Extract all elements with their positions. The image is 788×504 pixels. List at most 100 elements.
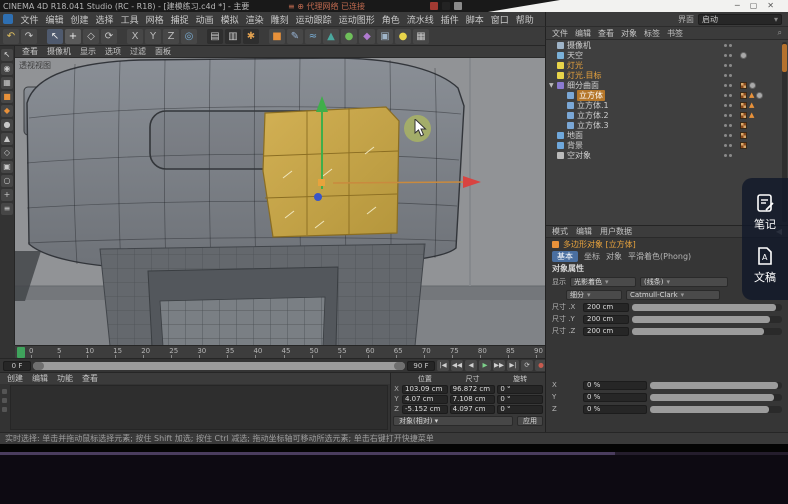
visibility-dots[interactable] (724, 64, 740, 67)
toolbar-icon[interactable]: Y (145, 29, 161, 44)
display-mode-dropdown[interactable]: 光影着色▾ (570, 277, 636, 287)
menu-运动跟踪[interactable]: 运动跟踪 (292, 13, 335, 26)
attr-tab-基本[interactable]: 基本 (552, 251, 578, 262)
timeline-ruler[interactable]: 051015202530354045505560657075808590 (15, 345, 545, 358)
visibility-dots[interactable] (724, 134, 740, 137)
toolbar-icon[interactable]: ↶ (3, 29, 19, 44)
toolbar-icon[interactable]: ▣ (377, 29, 393, 44)
viewport-menu-选项[interactable]: 选项 (105, 46, 121, 57)
mode-tool-icon[interactable]: ↖ (1, 49, 13, 61)
menu-创建[interactable]: 创建 (67, 13, 92, 26)
selected-polygons[interactable] (263, 107, 399, 237)
object-row[interactable]: 地面 (546, 130, 788, 140)
object-row[interactable]: 立方体.2▲ (546, 110, 788, 120)
transport-button[interactable]: ▶▶ (493, 360, 505, 371)
transport-button[interactable]: ◀ (465, 360, 477, 371)
toolbar-icon[interactable]: ≈ (305, 29, 321, 44)
menu-运动图形[interactable]: 运动图形 (335, 13, 378, 26)
visibility-dots[interactable] (724, 84, 740, 87)
plugin-icon-dark[interactable] (442, 2, 450, 10)
algorithm-dropdown[interactable]: Catmull-Clark▾ (626, 290, 720, 300)
object-row[interactable]: 立方体.3 (546, 120, 788, 130)
material-list-area[interactable] (10, 385, 388, 430)
om-menu-标签[interactable]: 标签 (644, 28, 660, 39)
window-control[interactable]: ✕ (767, 0, 774, 12)
toolbar-icon[interactable]: X (127, 29, 143, 44)
check-tag[interactable] (740, 132, 747, 139)
check-tag[interactable] (740, 122, 747, 129)
window-control[interactable]: ▢ (750, 0, 758, 12)
visibility-dots[interactable] (724, 114, 740, 117)
interface-layout-dropdown[interactable]: 启动▾ (698, 14, 782, 25)
mode-tool-icon[interactable]: + (1, 189, 13, 201)
attr-menu-用户数据[interactable]: 用户数据 (600, 226, 632, 237)
slider-value-field[interactable]: 0 % (583, 393, 647, 402)
percent-slider[interactable] (650, 406, 782, 413)
slider-value-field[interactable]: 200 cm (583, 327, 629, 336)
toolbar-icon[interactable]: ▲ (323, 29, 339, 44)
frame-start-field[interactable]: 0 F (3, 361, 31, 371)
toolbar-icon[interactable]: ✱ (243, 29, 259, 44)
seltri-tag[interactable]: ▲ (749, 102, 754, 109)
slider-value-field[interactable]: 200 cm (583, 315, 629, 324)
toolbar-icon[interactable]: ▦ (413, 29, 429, 44)
menu-插件[interactable]: 插件 (437, 13, 462, 26)
expander-icon[interactable]: ▼ (549, 82, 557, 89)
timeline-range-slider[interactable] (33, 362, 405, 370)
mode-tool-icon[interactable]: ○ (1, 175, 13, 187)
c4d-logo-icon[interactable] (3, 14, 13, 24)
object-name[interactable]: 空对象 (567, 150, 591, 161)
check-tag[interactable] (740, 112, 747, 119)
range-start-handle[interactable] (33, 362, 44, 370)
check-tag[interactable] (740, 102, 747, 109)
coordinate-field[interactable]: 0 ° (497, 385, 543, 394)
object-row[interactable]: 立方体.1▲ (546, 100, 788, 110)
toolbar-icon[interactable]: ■ (269, 29, 285, 44)
size-slider[interactable] (632, 304, 782, 311)
menu-模拟[interactable]: 模拟 (217, 13, 242, 26)
ball-tag[interactable] (756, 92, 763, 99)
slider-value-field[interactable]: 0 % (583, 381, 647, 390)
coord-mode-dropdown[interactable]: 对象(相对) ▾ (393, 416, 513, 426)
viewport-menu-过滤[interactable]: 过滤 (130, 46, 146, 57)
toolbar-icon[interactable]: ✎ (287, 29, 303, 44)
visibility-dots[interactable] (724, 144, 740, 147)
viewport-menu-面板[interactable]: 面板 (155, 46, 171, 57)
material-menu-创建[interactable]: 创建 (7, 373, 23, 384)
attr-menu-编辑[interactable]: 编辑 (576, 226, 592, 237)
mode-tool-icon[interactable]: ▦ (1, 77, 13, 89)
transport-button[interactable]: |◀ (437, 360, 449, 371)
coordinate-field[interactable]: 96.872 cm (450, 385, 496, 394)
object-name[interactable]: 细分曲面 (567, 80, 599, 91)
om-menu-书签[interactable]: 书签 (667, 28, 683, 39)
timeline-current-frame-marker[interactable] (17, 347, 25, 358)
coordinate-field[interactable]: 0 ° (497, 405, 543, 414)
toolbar-icon[interactable]: ▥ (225, 29, 241, 44)
toolbar-icon[interactable]: ◆ (359, 29, 375, 44)
material-menu-编辑[interactable]: 编辑 (32, 373, 48, 384)
toolbar-icon[interactable]: ⟳ (101, 29, 117, 44)
om-menu-对象[interactable]: 对象 (621, 28, 637, 39)
scrollbar-thumb[interactable] (782, 44, 787, 72)
object-row[interactable]: 背景 (546, 140, 788, 150)
om-menu-编辑[interactable]: 编辑 (575, 28, 591, 39)
object-row[interactable]: 立方体▲ (546, 90, 788, 100)
percent-slider[interactable] (650, 394, 782, 401)
toolbar-icon[interactable]: + (65, 29, 81, 44)
gizmo-z-axis[interactable] (314, 193, 322, 201)
mode-tool-icon[interactable]: ▣ (1, 161, 13, 173)
docs-button[interactable]: A 文稿 (754, 246, 776, 285)
visibility-dots[interactable] (724, 44, 740, 47)
ball-tag[interactable] (749, 82, 756, 89)
toolbar-icon[interactable]: ↖ (47, 29, 63, 44)
menu-动画[interactable]: 动画 (192, 13, 217, 26)
visibility-dots[interactable] (724, 104, 740, 107)
menu-渲染[interactable]: 渲染 (242, 13, 267, 26)
visibility-dots[interactable] (724, 54, 740, 57)
coordinate-field[interactable]: 103.09 cm (402, 385, 448, 394)
seltri-tag[interactable]: ▲ (749, 112, 754, 119)
window-control[interactable]: ─ (735, 0, 740, 12)
toolbar-icon[interactable]: ◇ (83, 29, 99, 44)
mode-tool-icon[interactable]: ● (1, 119, 13, 131)
toolbar-icon[interactable]: ▤ (207, 29, 223, 44)
